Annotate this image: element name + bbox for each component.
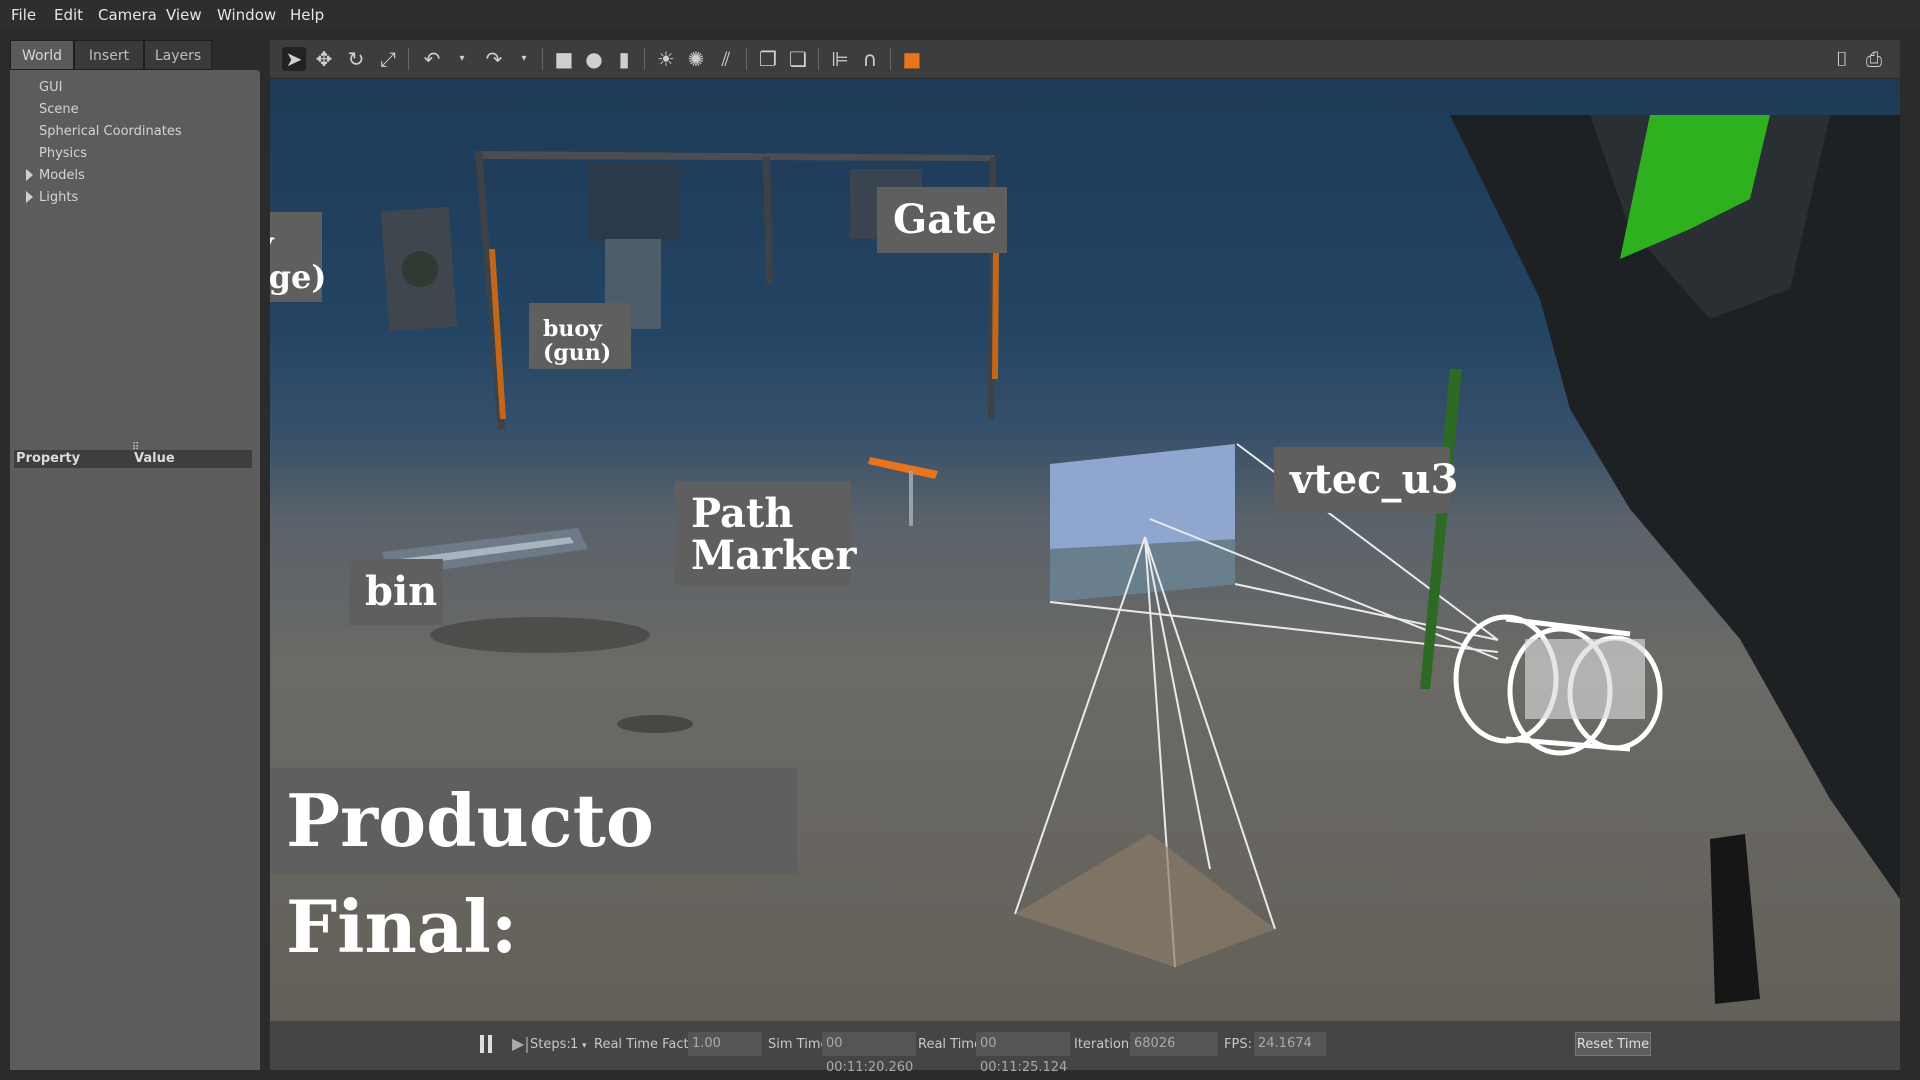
toolbar: ➤ ✥ ↻ ⤢ ↶ ▾ ↷ ▾ ■ ● ▮ ☀ ✺ ⫽ ❐ ❏ ⊫ ∩ ■ ⌷ … [270, 40, 1900, 79]
left-panel: World Insert Layers GUI Scene Spherical … [10, 40, 260, 1070]
fps-value: 24.1674 [1254, 1032, 1326, 1056]
point-light-icon[interactable]: ☀ [654, 47, 678, 71]
bottom-status-bar: ▶| Steps: 1 ▾ Real Time Factor: 1.00 Sim… [270, 1021, 1900, 1075]
tab-layers[interactable]: Layers [144, 40, 212, 70]
bin-shadow [430, 617, 650, 653]
toolbar-separator [890, 48, 891, 70]
menu-bar: File Edit Camera View Window Help [0, 0, 1920, 30]
fps-label: FPS: [1224, 1037, 1252, 1052]
undo-icon[interactable]: ↶ [420, 47, 444, 71]
toolbar-separator [644, 48, 645, 70]
gate-crossbar [475, 151, 995, 161]
value-column-header: Value [134, 451, 175, 466]
sim-time-value: 00 00:11:20.260 [822, 1032, 916, 1075]
toolbar-separator [542, 48, 543, 70]
menu-window[interactable]: Window [217, 6, 276, 24]
main-render-panel: ➤ ✥ ↻ ⤢ ↶ ▾ ↷ ▾ ■ ● ▮ ☀ ✺ ⫽ ❐ ❏ ⊫ ∩ ■ ⌷ … [270, 40, 1900, 1075]
record-icon[interactable]: ⎙ [1862, 47, 1886, 71]
steps-value[interactable]: 1 [570, 1037, 578, 1052]
buoy-gun-image-top [588, 163, 680, 241]
paste-icon[interactable]: ❏ [786, 47, 810, 71]
path-marker-plank [868, 457, 938, 479]
rotate-icon[interactable]: ↻ [344, 47, 368, 71]
redo-icon[interactable]: ↷ [482, 47, 506, 71]
expand-arrow-icon[interactable] [26, 191, 33, 203]
toolbar-separator [408, 48, 409, 70]
chevron-down-icon[interactable]: ▾ [582, 1041, 587, 1051]
snap-icon[interactable]: ∩ [858, 47, 882, 71]
menu-edit[interactable]: Edit [54, 6, 83, 24]
align-icon[interactable]: ⊫ [828, 47, 852, 71]
tree-item-models[interactable]: Models [39, 168, 85, 183]
splitter-handle[interactable]: ⠿ [132, 442, 139, 453]
label-path-marker: Path Marker [675, 481, 857, 585]
screenshot-icon[interactable]: ⌷ [1830, 47, 1854, 71]
gate-mid-post [763, 157, 773, 284]
tree-item-physics[interactable]: Physics [39, 146, 87, 161]
toolbar-separator [746, 48, 747, 70]
directional-light-icon[interactable]: ⫽ [714, 47, 738, 71]
buoy-badge-target [402, 251, 438, 287]
label-gate: Gate [877, 187, 1007, 253]
chevron-down-icon[interactable]: ▾ [450, 47, 474, 71]
real-time-factor-value: 1.00 [688, 1032, 762, 1056]
step-icon[interactable]: ▶| [512, 1035, 530, 1053]
tree-item-lights[interactable]: Lights [39, 190, 78, 205]
label-vtec-u3: vtec_u3 [1274, 447, 1458, 513]
spot-light-icon[interactable]: ✺ [684, 47, 708, 71]
real-time-value: 00 00:11:25.124 [976, 1032, 1070, 1075]
box-icon[interactable]: ■ [552, 47, 576, 71]
tab-world[interactable]: World [10, 40, 74, 70]
title-producto-final: Producto Final: [270, 768, 797, 969]
menu-camera[interactable]: Camera [98, 6, 157, 24]
3d-viewport[interactable]: buoy (badge) buoy (gun) Gate Path Marker… [270, 79, 1900, 1060]
scale-icon[interactable]: ⤢ [376, 47, 400, 71]
tree-item-spherical-coordinates[interactable]: Spherical Coordinates [39, 124, 182, 139]
select-arrow-icon[interactable]: ➤ [282, 47, 306, 71]
toolbar-separator [818, 48, 819, 70]
translate-icon[interactable]: ✥ [312, 47, 336, 71]
pause-icon[interactable] [480, 1035, 494, 1053]
camera-footprint [1015, 834, 1275, 967]
label-buoy-badge: buoy (badge) [270, 212, 327, 302]
menu-view[interactable]: View [166, 6, 202, 24]
menu-help[interactable]: Help [290, 6, 324, 24]
path-marker-pole [909, 471, 913, 526]
iterations-value: 68026 [1130, 1032, 1218, 1056]
gate-right-stripe [992, 249, 999, 379]
tab-insert[interactable]: Insert [74, 40, 144, 70]
robot-body [1525, 639, 1645, 719]
sphere-icon[interactable]: ● [582, 47, 606, 71]
properties-panel: Property Value [10, 440, 260, 1070]
path-marker-shadow [617, 715, 693, 733]
reset-time-button[interactable]: Reset Time [1575, 1032, 1651, 1056]
label-buoy-gun: buoy (gun) [529, 303, 631, 369]
cylinder-icon[interactable]: ▮ [612, 47, 636, 71]
tree-item-scene[interactable]: Scene [39, 102, 79, 117]
left-tabs: World Insert Layers [10, 40, 260, 70]
expand-arrow-icon[interactable] [26, 169, 33, 181]
tree-item-gui[interactable]: GUI [39, 80, 62, 95]
camera-image-floor [1050, 539, 1235, 602]
property-column-header: Property [16, 451, 81, 466]
steps-label: Steps: [530, 1037, 571, 1052]
label-bin: bin [349, 559, 443, 625]
menu-file[interactable]: File [11, 6, 36, 24]
view-angle-icon[interactable]: ■ [900, 47, 924, 71]
world-tree: GUI Scene Spherical Coordinates Physics … [10, 70, 260, 440]
dark-post [1710, 834, 1760, 1004]
copy-icon[interactable]: ❐ [756, 47, 780, 71]
chevron-down-icon[interactable]: ▾ [512, 47, 536, 71]
